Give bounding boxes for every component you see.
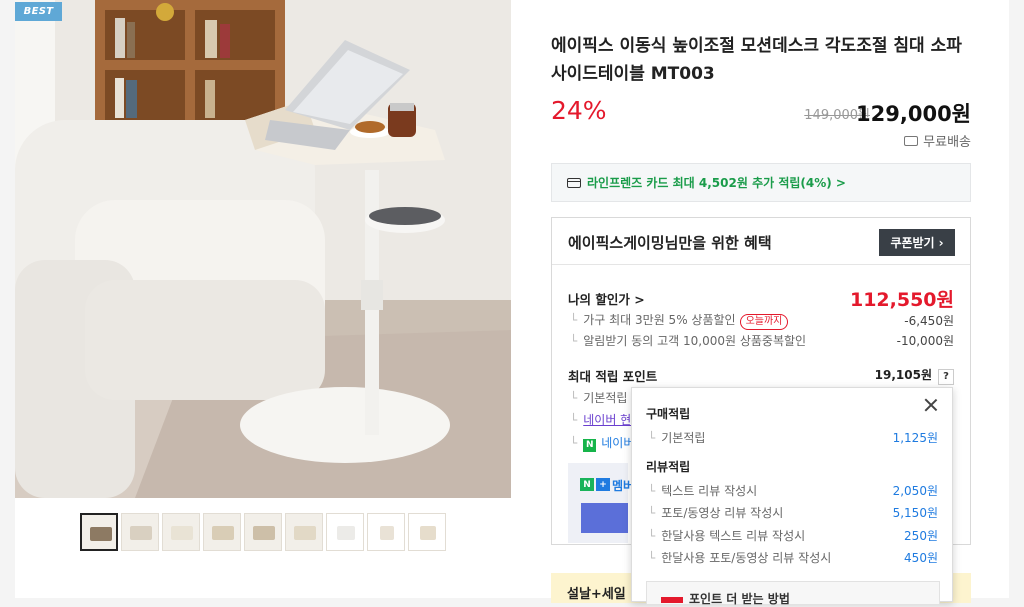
truck-icon [904, 135, 919, 146]
discount-row-2: └ 알림받기 동의 고객 10,000원 상품중복할인 -10,000원 [568, 332, 954, 349]
thumbnail-1[interactable] [80, 513, 118, 551]
discount-value-2: -10,000원 [896, 334, 954, 348]
elbow-icon: └ [570, 313, 578, 327]
benefit-title: 에이픽스게이밍님만을 위한 혜택 [568, 234, 772, 252]
more-points-icon [661, 596, 683, 603]
discount-label-2: 알림받기 동의 고객 10,000원 상품중복할인 [583, 334, 807, 348]
thumbnail-6[interactable] [285, 513, 323, 551]
more-points-box[interactable]: 포인트 더 받는 방법 [646, 581, 940, 606]
purchase-points-row: └ 기본적립 1,125원 [648, 431, 938, 445]
points-value: 19,105원 [874, 368, 932, 383]
more-points-text: 포인트 더 받는 방법 [689, 592, 790, 606]
naver-membership-box: N + 멤버 [568, 463, 634, 543]
card-promo-text: 라인프렌즈 카드 최대 4,502원 추가 적립(4%) > [587, 176, 846, 190]
naver-plus-logo: N + [580, 478, 610, 491]
review-points-row-1: └ 텍스트 리뷰 작성시 2,050원 [648, 484, 938, 498]
points-popover: 구매적립 └ 기본적립 1,125원 리뷰적립 └ 텍스트 리뷰 작성시 2,050… [631, 387, 953, 606]
product-title: 에이픽스 이동식 높이조절 모션데스크 각도조절 침대 소파 사이드테이블 MT… [551, 36, 962, 84]
thumbnail-8[interactable] [367, 513, 405, 551]
shipping-label: 무료배송 [923, 135, 971, 150]
main-product-image[interactable]: BEST [15, 0, 511, 498]
chevron-right-icon: › [938, 235, 944, 250]
naver-membership-button[interactable] [581, 503, 628, 533]
points-row: 최대 적립 포인트 19,105원? [568, 366, 954, 385]
final-price: 129,000원 [856, 102, 971, 126]
coupon-button-label: 쿠폰받기 [890, 236, 935, 250]
review-points-row-2: └ 포토/동영상 리뷰 작성시 5,150원 [648, 506, 938, 520]
my-price-value: 112,550원 [849, 289, 954, 311]
my-price-row[interactable]: 나의 할인가 > 112,550원 [568, 285, 954, 312]
review-points-row-4: └ 한달사용 포토/동영상 리뷰 작성시 450원 [648, 551, 938, 565]
thumbnail-7[interactable] [326, 513, 364, 551]
discount-row-1: └ 가구 최대 3만원 5% 상품할인 오늘까지 -6,450원 [568, 311, 954, 330]
benefit-header: 에이픽스게이밍님만을 위한 혜택 쿠폰받기 › [552, 218, 970, 265]
thumbnail-strip [80, 513, 446, 551]
review-points-title: 리뷰적립 [646, 460, 691, 474]
naver-n-icon: N [583, 438, 597, 452]
my-price-label: 나의 할인가 > [568, 292, 645, 307]
product-photo-illustration [15, 0, 511, 498]
discount-rate: 24% [551, 96, 607, 125]
discount-value-1: -6,450원 [904, 314, 954, 328]
coupon-button[interactable]: 쿠폰받기 › [879, 229, 955, 256]
elbow-icon: └ [570, 334, 578, 348]
discount-label-1: 가구 최대 3만원 5% 상품할인 [583, 313, 736, 327]
points-sub-1: 기본적립 [583, 391, 628, 405]
thumbnail-4[interactable] [203, 513, 241, 551]
best-badge: BEST [15, 2, 62, 21]
points-sub-3[interactable]: 네이버 [601, 436, 634, 450]
promo-banner-text: 설날+세일 [567, 587, 626, 602]
credit-card-icon [567, 177, 581, 188]
review-points-row-3: └ 한달사용 텍스트 리뷰 작성시 250원 [648, 529, 938, 543]
thumbnail-9[interactable] [408, 513, 446, 551]
thumbnail-3[interactable] [162, 513, 200, 551]
purchase-points-title: 구매적립 [646, 407, 691, 421]
today-only-badge: 오늘까지 [739, 314, 789, 330]
points-label: 최대 적립 포인트 [568, 369, 658, 384]
shipping-info: 무료배송 [904, 131, 971, 150]
naver-points-link[interactable]: 네이버 현 [583, 413, 631, 427]
thumbnail-2[interactable] [121, 513, 159, 551]
thumbnail-5[interactable] [244, 513, 282, 551]
points-help-button[interactable]: ? [938, 368, 954, 385]
close-icon[interactable] [924, 398, 938, 412]
card-promo-bar[interactable]: 라인프렌즈 카드 최대 4,502원 추가 적립(4%) > [551, 163, 971, 202]
